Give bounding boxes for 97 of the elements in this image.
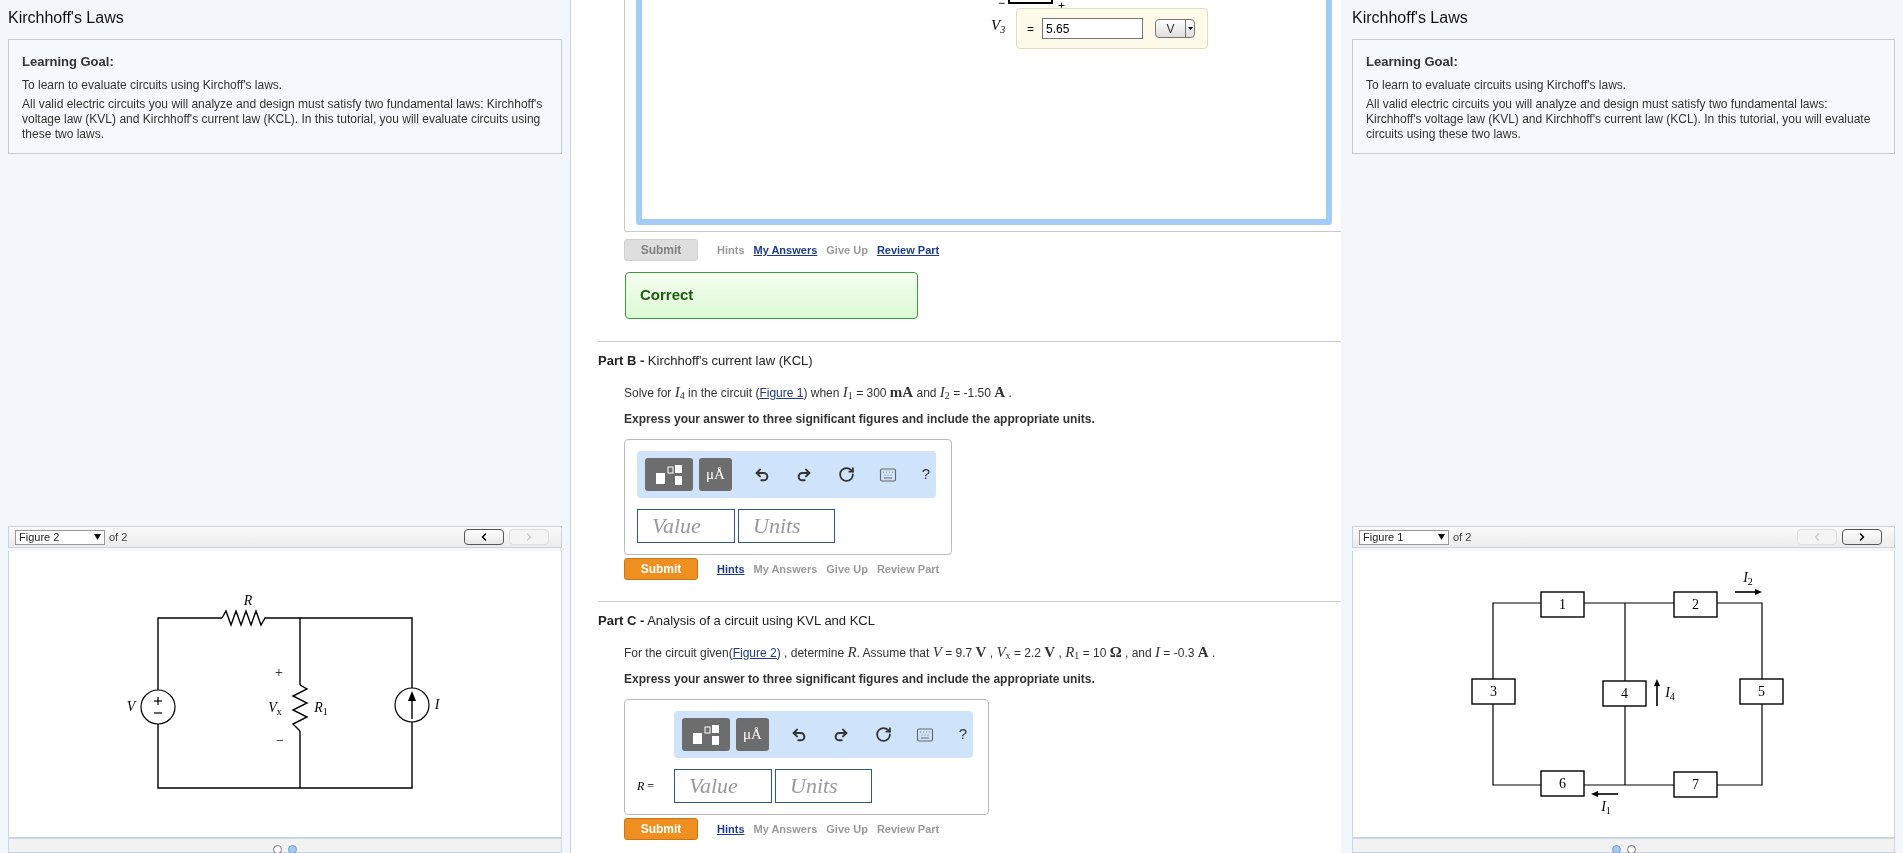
- units-input[interactable]: Units: [775, 769, 872, 803]
- circuit-label: V: [126, 700, 136, 714]
- circuit-label: V$_{x}$: [268, 701, 282, 715]
- voltage-source-icon: [140, 689, 176, 725]
- circuit-element-box: [1673, 771, 1718, 798]
- action-link[interactable]: My Answers: [753, 241, 818, 259]
- figure-select[interactable]: Figure 1: [1359, 529, 1449, 545]
- circuit-label: −: [276, 734, 284, 748]
- action-link[interactable]: Hints: [717, 820, 745, 838]
- circuit-label: 6: [1559, 776, 1566, 791]
- figure-count: of 2: [109, 529, 128, 545]
- circuit-element-box: [1540, 591, 1585, 618]
- circuit-element-box: [1673, 591, 1718, 618]
- figure-select[interactable]: Figure 2: [15, 529, 105, 545]
- goal-paragraph: All valid electric circuits you will analyze and design must satisfy two fundamental laws: Kirchhoff's voltage law (KVL) and Kirchhoff's current law (KCL). In this tutorial, you will evaluate circuits using these two laws.: [22, 96, 544, 142]
- variable-label: V$_{3}$: [991, 16, 1006, 37]
- action-link[interactable]: Give Up: [826, 241, 868, 259]
- circuit-label: 7: [1692, 777, 1699, 792]
- current-arrow: [1734, 589, 1762, 595]
- templates-button[interactable]: [645, 458, 693, 491]
- caret-icon: [1438, 534, 1445, 540]
- next-button[interactable]: [1842, 529, 1882, 545]
- circuit-element-box: [1602, 680, 1647, 707]
- reset-icon: [874, 726, 892, 743]
- figure-link[interactable]: Figure 1: [759, 385, 804, 400]
- units-button[interactable]: μÅ: [736, 718, 769, 751]
- figure-count: of 2: [1453, 529, 1472, 545]
- circuit-label: +: [275, 666, 283, 680]
- action-link[interactable]: Review Part: [876, 241, 940, 259]
- action-link[interactable]: Review Part: [876, 820, 940, 838]
- circuit-label: I$_{1}$: [1601, 800, 1611, 814]
- action-link[interactable]: Review Part: [876, 560, 940, 578]
- action-link[interactable]: Hints: [717, 241, 745, 259]
- circuit-label: 2: [1692, 597, 1699, 612]
- polarity-sign: −: [998, 0, 1005, 12]
- circuit-label: R: [243, 594, 253, 608]
- current-arrow: [1591, 791, 1619, 797]
- circuit-label: 5: [1758, 684, 1765, 699]
- part-title: Part C - Analysis of a circuit using KVL and KCL: [598, 612, 876, 630]
- instruction-text: Express your answer to three significant figures and include the appropriate units.: [624, 411, 1096, 428]
- help-button[interactable]: ?: [918, 462, 934, 487]
- circuit-label: R$_{1}$: [314, 701, 328, 715]
- resistor-icon: [221, 608, 270, 628]
- keyboard-icon: [879, 465, 897, 484]
- caret-icon: [1185, 20, 1194, 37]
- undo-icon: [754, 466, 770, 483]
- problem-statement: For the circuit given(Figure 2) , determine R. Assume that V = 9.7 V , V$_{x}$ = 2.2 V , R$_{1}$ = 10 Ω , and I = -0.3 A .: [624, 642, 1217, 663]
- action-link[interactable]: My Answers: [753, 560, 818, 578]
- circuit-label: 1: [1559, 597, 1566, 612]
- templates-icon: [691, 723, 721, 746]
- templates-button[interactable]: [682, 718, 730, 751]
- value-input[interactable]: Value: [674, 769, 772, 803]
- units-button[interactable]: μÅ: [699, 458, 732, 491]
- help-button[interactable]: ?: [955, 722, 971, 747]
- circuit-label: 3: [1490, 684, 1497, 699]
- figure-link[interactable]: Figure 2: [732, 645, 777, 660]
- action-link[interactable]: Give Up: [826, 560, 868, 578]
- redo-icon: [796, 466, 812, 483]
- undo-icon: [791, 726, 807, 743]
- circuit-label: 4: [1621, 686, 1628, 701]
- redo-icon: [833, 726, 849, 743]
- assignment-title: Kirchhoff's Laws: [8, 8, 125, 28]
- goal-paragraph: To learn to evaluate circuits using Kirchoff's laws.: [22, 77, 284, 93]
- circuit-element-box: [1471, 678, 1516, 705]
- circuit-element-box: [1540, 770, 1585, 797]
- answer-label: R =: [637, 778, 656, 795]
- submit-button[interactable]: Submit: [624, 239, 698, 261]
- element-box: [1008, 0, 1053, 4]
- goal-paragraph: To learn to evaluate circuits using Kirchoff's laws.: [1366, 77, 1628, 93]
- equals-sign: =: [1027, 20, 1034, 38]
- part-title: Part B - Kirchhoff's current law (KCL): [598, 352, 814, 370]
- action-link[interactable]: Hints: [717, 560, 745, 578]
- goal-heading: Learning Goal:: [1366, 53, 1459, 71]
- action-link[interactable]: My Answers: [753, 820, 818, 838]
- feedback-banner: Correct: [625, 272, 918, 319]
- circuit-label: I$_{4}$: [1665, 686, 1675, 700]
- assignment-title: Kirchhoff's Laws: [1352, 8, 1469, 28]
- instruction-text: Express your answer to three significant figures and include the appropriate units.: [624, 671, 1096, 688]
- goal-heading: Learning Goal:: [22, 53, 115, 71]
- goal-paragraph: All valid electric circuits you will analyze and design must satisfy two fundamental laws: Kirchhoff's voltage law (KVL) and Kirchhoff's current law (KCL). In this tutorial, you will evaluate circuits using these two laws.: [1366, 96, 1872, 142]
- caret-icon: [94, 534, 101, 540]
- circuit-label: I$_{2}$: [1743, 571, 1753, 585]
- current-arrow: [1654, 679, 1660, 707]
- templates-icon: [654, 463, 684, 486]
- problem-statement: Solve for I$_{4}$ in the circuit (Figure 1) when I$_{1}$ = 300 mA and I$_{2}$ = -1.50 A .: [624, 382, 1013, 403]
- units-input[interactable]: Units: [738, 509, 835, 543]
- resistor-icon: [291, 684, 309, 732]
- reset-icon: [837, 466, 855, 483]
- circuit-element-box: [1739, 678, 1784, 705]
- current-source-icon: [394, 687, 430, 723]
- keyboard-icon: [916, 725, 934, 744]
- previous-button[interactable]: [464, 529, 504, 545]
- answer-input[interactable]: 5.65: [1042, 18, 1143, 39]
- value-input[interactable]: Value: [637, 509, 735, 543]
- action-link[interactable]: Give Up: [826, 820, 868, 838]
- circuit-label: I: [434, 698, 440, 712]
- unit-select[interactable]: V: [1155, 19, 1195, 38]
